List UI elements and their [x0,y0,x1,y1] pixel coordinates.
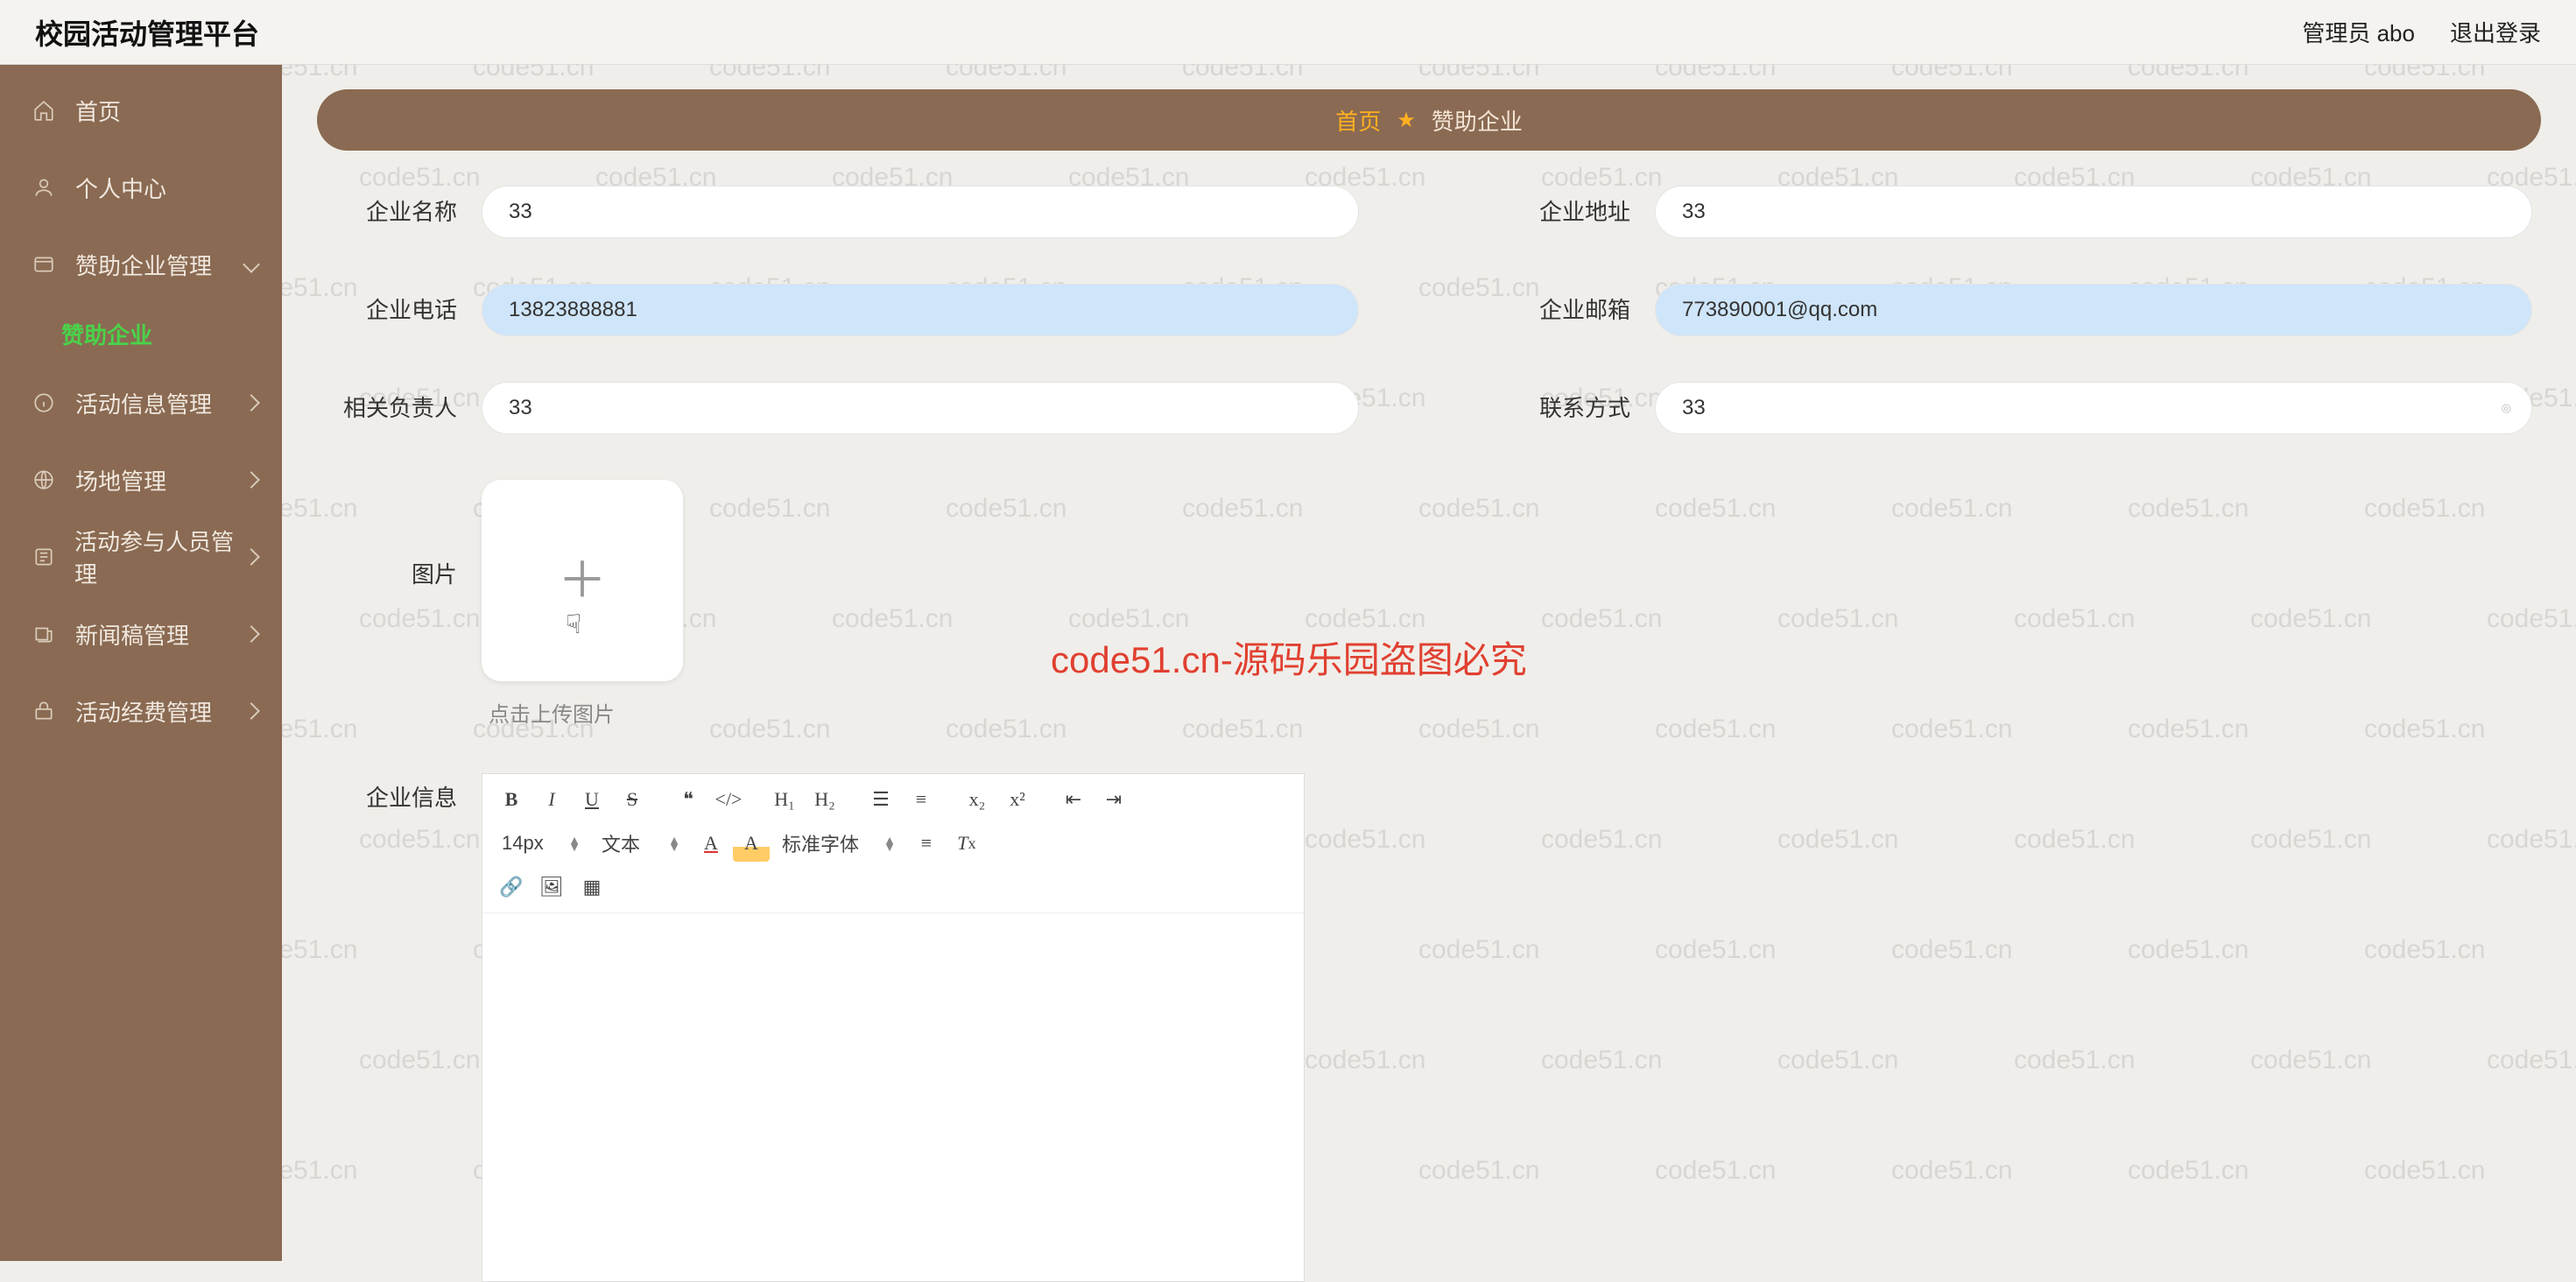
sidebar: 首页 个人中心 赞助企业管理 赞助企业 活动信息管理 场地管理 活动参与人员管理… [0,65,282,1261]
sidebar-sub-sponsor[interactable]: 赞助企业 [0,303,282,364]
sidebar-item-label: 个人中心 [75,172,166,204]
strike-button[interactable]: S [614,781,651,818]
outdent-button[interactable]: ⇤ [1055,781,1092,818]
sidebar-item-label: 场地管理 [75,464,166,497]
row-company-addr: 企业地址 [1499,186,2532,238]
unordered-list-button[interactable]: ≡ [903,781,940,818]
input-company-addr[interactable] [1655,186,2532,238]
form-grid: 企业名称 企业地址 企业电话 企业邮箱 相关负责人 联系方式 ◎ 图片 [317,186,2541,1282]
link-button[interactable]: 🔗 [493,869,530,905]
image-button[interactable]: 🖼 [533,869,570,905]
label-company-name: 企业名称 [326,196,457,228]
h2-button[interactable]: H₂ [806,781,843,818]
underline-button[interactable]: U [574,781,610,818]
input-contact[interactable] [1655,382,2532,434]
input-company-name[interactable] [482,186,1359,238]
font-size-select[interactable]: 14px▲▼ [493,825,589,862]
app-header: 校园活动管理平台 管理员 abo 退出登录 [0,0,2576,65]
row-person: 相关负责人 [326,382,1359,434]
upload-hint: 点击上传图片 [482,697,683,728]
sidebar-item-label: 活动经费管理 [75,695,212,728]
main-content: 首页 ★ 赞助企业 企业名称 企业地址 企业电话 企业邮箱 相关负责人 联系方式 [282,65,2576,1261]
ordered-list-button[interactable]: ☰ [862,781,899,818]
superscript-button[interactable]: x² [999,781,1036,818]
home-icon [32,98,56,123]
row-company-mail: 企业邮箱 [1499,284,2532,336]
video-button[interactable]: ▦ [574,869,610,905]
upload-box[interactable]: ＋ ☟ [482,480,683,681]
subscript-button[interactable]: x₂ [959,781,996,818]
sidebar-item-label: 首页 [75,95,121,127]
input-company-mail[interactable] [1655,284,2532,336]
venue-icon [32,468,56,492]
sidebar-item-participants[interactable]: 活动参与人员管理 [0,518,282,595]
breadcrumb-current: 赞助企业 [1432,104,1523,137]
bg-color-button[interactable]: A [733,825,770,862]
editor-body[interactable] [482,913,1304,1281]
header-right: 管理员 abo 退出登录 [2302,16,2541,48]
target-icon: ◎ [2502,401,2511,415]
sidebar-item-sponsor-mgmt[interactable]: 赞助企业管理 [0,226,282,303]
sponsor-icon [32,252,56,277]
user-icon [32,175,56,200]
font-color-button[interactable]: A [693,825,729,862]
breadcrumb-home[interactable]: 首页 [1335,104,1381,137]
align-button[interactable]: ≡ [908,825,945,862]
star-icon: ★ [1397,108,1416,133]
clear-format-button[interactable]: Tx [948,825,985,862]
label-contact: 联系方式 [1499,392,1630,424]
sidebar-item-activity-info[interactable]: 活动信息管理 [0,364,282,441]
sidebar-item-label: 活动信息管理 [75,387,212,419]
label-image: 图片 [326,480,457,590]
code-button[interactable]: </> [710,781,747,818]
quote-button[interactable]: ❝ [670,781,707,818]
breadcrumb: 首页 ★ 赞助企业 [317,89,2541,151]
input-company-tel[interactable] [482,284,1359,336]
row-contact: 联系方式 ◎ [1499,382,2532,434]
font-family-select[interactable]: 标准字体▲▼ [773,825,904,862]
indent-button[interactable]: ⇥ [1095,781,1132,818]
row-company-tel: 企业电话 [326,284,1359,336]
label-company-addr: 企业地址 [1499,196,1630,228]
cursor-hand-icon: ☟ [566,609,581,640]
bold-button[interactable]: B [493,781,530,818]
row-info: 企业信息 B I U S ❝ </> H₁ H₂ ☰ [326,773,2532,1282]
italic-button[interactable]: I [533,781,570,818]
plus-icon: ＋ [558,556,607,605]
people-icon [32,545,55,569]
sidebar-item-label: 活动参与人员管理 [74,525,250,589]
news-icon [32,622,56,646]
sidebar-item-label: 赞助企业管理 [75,249,212,281]
sidebar-item-label: 新闻稿管理 [75,618,189,651]
label-info: 企业信息 [326,773,457,814]
h1-button[interactable]: H₁ [766,781,803,818]
rich-text-editor: B I U S ❝ </> H₁ H₂ ☰ ≡ x₂ [482,773,1305,1282]
funds-icon [32,699,56,723]
sidebar-item-home[interactable]: 首页 [0,72,282,149]
sidebar-item-venue[interactable]: 场地管理 [0,441,282,518]
label-person: 相关负责人 [326,392,457,424]
row-image: 图片 ＋ ☟ 点击上传图片 [326,480,2532,728]
input-person[interactable] [482,382,1359,434]
sidebar-item-profile[interactable]: 个人中心 [0,149,282,226]
current-user-label[interactable]: 管理员 abo [2302,16,2415,48]
label-company-mail: 企业邮箱 [1499,294,1630,326]
text-style-select[interactable]: 文本▲▼ [593,825,689,862]
info-icon [32,391,56,415]
sidebar-item-funds[interactable]: 活动经费管理 [0,673,282,750]
sidebar-item-press[interactable]: 新闻稿管理 [0,595,282,673]
row-company-name: 企业名称 [326,186,1359,238]
label-company-tel: 企业电话 [326,294,457,326]
editor-toolbar: B I U S ❝ </> H₁ H₂ ☰ ≡ x₂ [482,774,1304,913]
app-brand: 校园活动管理平台 [35,12,259,53]
logout-link[interactable]: 退出登录 [2450,16,2541,48]
